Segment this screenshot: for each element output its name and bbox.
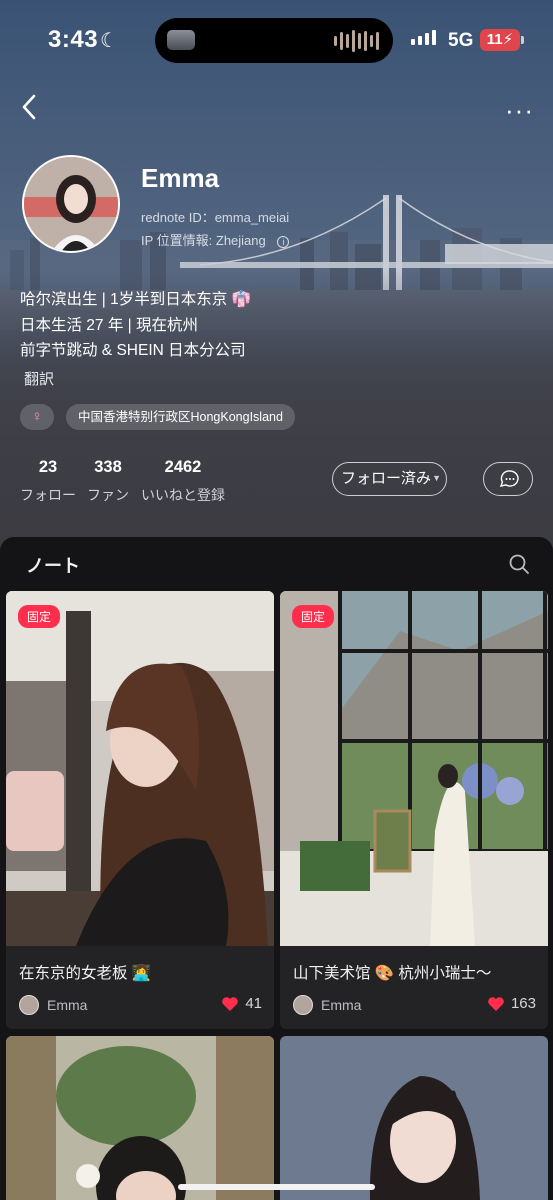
likes-count[interactable]: 2462 [155,458,211,477]
rednote-id[interactable]: rednote ID：emma_meiai [141,207,289,226]
follow-status-label: フォロー済み [341,470,432,487]
home-indicator[interactable] [178,1184,375,1190]
author-avatar [19,995,39,1015]
profile-header-background [0,0,553,560]
author-avatar [293,995,313,1015]
back-arrow-icon[interactable] [18,92,42,122]
battery-icon: 11⚡ [480,29,520,51]
bio-line-2: 日本生活 27 年 | 現在杭州 [20,317,198,334]
chat-bubble-icon [499,470,519,487]
like-count: 41 [245,995,262,1012]
signal-icon [411,30,436,45]
ip-location: IP 位置情報: Zhejiang i [141,230,290,249]
like-count: 163 [510,995,536,1012]
notes-tab[interactable]: ノート [26,552,80,578]
heart-icon [222,996,239,1011]
info-icon[interactable]: i [277,236,290,248]
bio-line-3: 前字节跳动 & SHEIN 日本分公司 [20,342,246,359]
note-card[interactable] [280,1036,548,1200]
pinned-badge: 固定 [292,605,335,628]
message-button[interactable] [483,462,533,496]
note-card[interactable]: 固定 山下美术馆 🎨 杭州小瑞士〜 Emma 163 [280,591,548,1029]
now-playing-thumbnail [167,30,195,50]
note-image [6,1036,274,1200]
following-label[interactable]: フォロー [20,485,76,505]
likes-label[interactable]: いいねと登録 [140,485,226,505]
followers-label[interactable]: ファン [86,485,130,505]
pinned-badge: 固定 [18,605,61,628]
more-options-icon[interactable]: ··· [505,95,534,126]
caret-down-icon: ▼ [432,473,441,483]
following-count[interactable]: 23 [36,458,60,477]
note-image: 固定 [280,591,548,946]
note-author[interactable]: Emma [19,995,87,1015]
location-tag: 中国香港特别行政区HongKongIsland [66,404,295,430]
gender-tag: ♀ [20,404,54,430]
note-image [280,1036,548,1200]
author-name: Emma [47,997,88,1013]
note-card[interactable] [6,1036,274,1200]
translate-link[interactable]: 翻訳 [24,368,54,389]
followers-count[interactable]: 338 [88,458,128,477]
dynamic-island[interactable] [155,18,393,63]
moon-icon: ☾ [100,30,118,52]
audio-wave-icon [334,30,379,52]
ip-location-text: IP 位置情報: Zhejiang [141,233,266,248]
note-card[interactable]: 固定 在东京的女老板 👩‍💻 Emma 41 [6,591,274,1029]
status-time: 3:43 [48,26,99,53]
avatar[interactable] [22,155,120,253]
network-type: 5G [448,30,474,51]
heart-icon [488,996,504,1011]
status-bar: 3:43 ☾ 5G 11⚡ [0,0,553,80]
note-title: 山下美术馆 🎨 杭州小瑞士〜 [293,965,492,982]
battery-level: 11 [486,31,503,48]
search-icon[interactable] [508,553,530,575]
note-author[interactable]: Emma [293,995,361,1015]
note-title: 在东京的女老板 👩‍💻 [19,965,152,982]
profile-name: Emma [141,163,220,193]
follow-status-button[interactable]: フォロー済み ▼ [332,462,447,496]
bio-line-1: 哈尔滨出生 | 1岁半到日本东京 👘 [20,291,251,308]
note-image: 固定 [6,591,274,946]
like-button[interactable]: 163 [487,995,536,1012]
like-button[interactable]: 41 [221,995,262,1012]
author-name: Emma [321,997,362,1013]
female-icon: ♀ [31,408,43,425]
